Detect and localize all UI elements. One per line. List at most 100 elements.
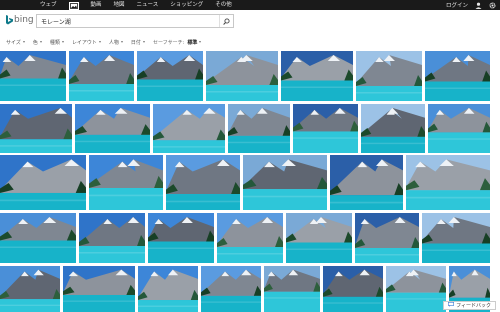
image-result-thumbnail[interactable] (293, 104, 358, 153)
account-area: ログイン (440, 0, 496, 10)
nav-shopping[interactable]: ショッピング (170, 0, 203, 10)
landscape-photo (330, 155, 403, 210)
image-result-thumbnail[interactable] (422, 213, 490, 263)
landscape-photo (406, 155, 490, 210)
landscape-photo (243, 155, 327, 210)
landscape-photo (148, 213, 214, 263)
nav-images[interactable] (68, 1, 79, 10)
image-result-thumbnail[interactable] (217, 213, 283, 263)
landscape-photo (89, 155, 163, 210)
image-result-thumbnail[interactable] (330, 155, 403, 210)
chevron-down-icon (142, 41, 145, 43)
image-result-thumbnail[interactable] (153, 104, 225, 153)
login-link[interactable]: ログイン (446, 1, 468, 9)
landscape-photo (228, 104, 290, 153)
landscape-photo (281, 51, 353, 101)
image-result-thumbnail[interactable] (356, 51, 422, 101)
image-result-thumbnail[interactable] (206, 51, 278, 101)
feedback-button[interactable]: フィードバック (443, 301, 496, 310)
landscape-photo (286, 213, 352, 263)
image-icon (69, 2, 78, 9)
landscape-photo (63, 266, 135, 312)
bing-logo[interactable]: bing (6, 15, 34, 25)
image-result-thumbnail[interactable] (0, 104, 72, 153)
image-result-thumbnail[interactable] (406, 155, 490, 210)
image-result-thumbnail[interactable] (228, 104, 290, 153)
landscape-photo (0, 266, 60, 312)
user-icon[interactable] (475, 2, 482, 9)
landscape-photo (0, 213, 76, 263)
landscape-photo (137, 51, 203, 101)
image-result-thumbnail[interactable] (281, 51, 353, 101)
landscape-photo (201, 266, 261, 312)
image-result-thumbnail[interactable] (63, 266, 135, 312)
image-result-thumbnail[interactable] (323, 266, 383, 312)
image-result-thumbnail[interactable] (0, 155, 86, 210)
search-box (36, 14, 234, 28)
search-input[interactable] (37, 15, 217, 27)
filter-date[interactable]: 日付 (131, 39, 145, 46)
image-result-thumbnail[interactable] (69, 51, 134, 101)
chevron-down-icon (199, 41, 202, 43)
landscape-photo (69, 51, 134, 101)
image-result-thumbnail[interactable] (0, 266, 60, 312)
landscape-photo (293, 104, 358, 153)
landscape-photo (422, 213, 490, 263)
image-result-thumbnail[interactable] (0, 51, 66, 101)
image-result-thumbnail[interactable] (166, 155, 240, 210)
image-row (0, 155, 493, 210)
landscape-photo (206, 51, 278, 101)
safesearch-value[interactable]: 標準 (187, 39, 202, 46)
top-nav: ウェブ 動画 地図 ニュース ショッピング その他 (40, 0, 244, 10)
filter-layout[interactable]: レイアウト (72, 39, 101, 46)
chevron-down-icon (98, 41, 101, 43)
search-icon (223, 17, 230, 25)
landscape-photo (428, 104, 490, 153)
filter-color[interactable]: 色 (33, 39, 42, 46)
filter-bar: サイズ 色 種類 レイアウト 人物 日付 セーフサーチ: 標準 (6, 37, 209, 47)
landscape-photo (153, 104, 225, 153)
image-result-thumbnail[interactable] (79, 213, 145, 263)
image-result-thumbnail[interactable] (89, 155, 163, 210)
filter-type[interactable]: 種類 (50, 39, 64, 46)
landscape-photo (79, 213, 145, 263)
feedback-icon (448, 302, 455, 309)
nav-news[interactable]: ニュース (137, 0, 159, 10)
image-result-thumbnail[interactable] (361, 104, 425, 153)
search-button[interactable] (219, 15, 233, 27)
image-result-thumbnail[interactable] (138, 266, 198, 312)
image-row (0, 266, 493, 312)
logo-text: bing (14, 15, 34, 25)
image-result-thumbnail[interactable] (386, 266, 446, 312)
nav-more[interactable]: その他 (215, 0, 232, 10)
image-result-thumbnail[interactable] (425, 51, 490, 101)
nav-videos[interactable]: 動画 (91, 0, 102, 10)
landscape-photo (138, 266, 198, 312)
chevron-down-icon (120, 41, 123, 43)
landscape-photo (425, 51, 490, 101)
image-result-thumbnail[interactable] (286, 213, 352, 263)
image-result-thumbnail[interactable] (243, 155, 327, 210)
landscape-photo (323, 266, 383, 312)
image-result-thumbnail[interactable] (201, 266, 261, 312)
image-result-thumbnail[interactable] (428, 104, 490, 153)
search-header: bing (0, 10, 500, 34)
image-result-thumbnail[interactable] (75, 104, 150, 153)
landscape-photo (386, 266, 446, 312)
image-result-thumbnail[interactable] (0, 213, 76, 263)
filter-size[interactable]: サイズ (6, 39, 25, 46)
landscape-photo (0, 155, 86, 210)
image-result-thumbnail[interactable] (148, 213, 214, 263)
image-result-thumbnail[interactable] (264, 266, 320, 312)
filter-people[interactable]: 人物 (109, 39, 123, 46)
image-result-thumbnail[interactable] (355, 213, 419, 263)
image-result-thumbnail[interactable] (137, 51, 203, 101)
feedback-label: フィードバック (456, 303, 491, 309)
gear-icon[interactable] (489, 1, 496, 9)
chevron-down-icon (22, 41, 25, 43)
nav-web[interactable]: ウェブ (40, 0, 57, 10)
image-row (0, 51, 493, 101)
image-row (0, 213, 493, 263)
nav-maps[interactable]: 地図 (114, 0, 125, 10)
landscape-photo (264, 266, 320, 312)
